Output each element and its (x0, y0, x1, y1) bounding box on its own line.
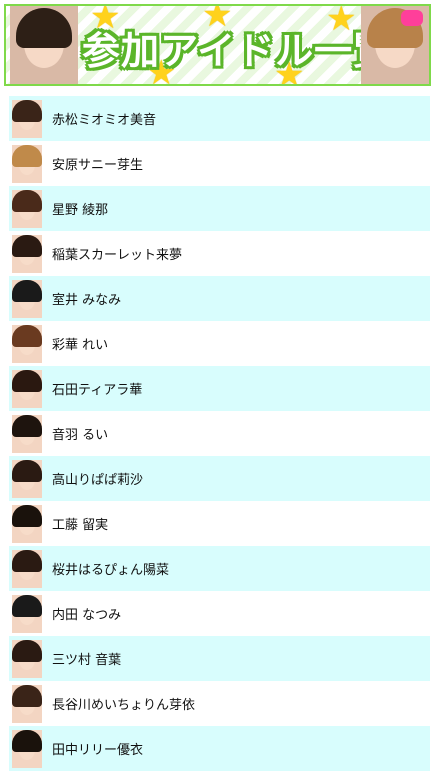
idol-name[interactable]: 音羽 るい (52, 424, 108, 443)
idol-name[interactable]: 高山りぱぱ莉沙 (52, 469, 143, 488)
idol-photo-left (10, 6, 78, 84)
idol-name[interactable]: 赤松ミオミオ美音 (52, 109, 156, 128)
idol-list-item[interactable]: 音羽 るい (9, 411, 430, 456)
idol-list-item[interactable]: 石田ティアラ華 (9, 366, 430, 411)
idol-name[interactable]: 彩華 れい (52, 334, 108, 353)
idol-thumbnail[interactable] (12, 639, 42, 678)
idol-name[interactable]: 田中リリー優衣 (52, 739, 143, 758)
idol-list-item[interactable]: 内田 なつみ (9, 591, 430, 636)
idol-thumbnail[interactable] (12, 504, 42, 543)
idol-name[interactable]: 安原サニー芽生 (52, 154, 143, 173)
idol-name[interactable]: 工藤 留実 (52, 514, 108, 533)
idol-list-item[interactable]: 工藤 留実 (9, 501, 430, 546)
idol-list-item[interactable]: 赤松ミオミオ美音 (9, 96, 430, 141)
idol-name[interactable]: 稲葉スカーレット来夢 (52, 244, 182, 263)
idol-photo-right (361, 6, 429, 84)
idol-name[interactable]: 室井 みなみ (52, 289, 121, 308)
idol-list: 赤松ミオミオ美音 安原サニー芽生 星野 綾那稲葉スカーレット来夢 室井 みなみ 彩華 れ… (9, 96, 430, 771)
idol-list-item[interactable]: 室井 みなみ (9, 276, 430, 321)
idol-list-item[interactable]: 安原サニー芽生 (9, 141, 430, 186)
idol-thumbnail[interactable] (12, 729, 42, 768)
idol-list-item[interactable]: 星野 綾那 (9, 186, 430, 231)
idol-list-item[interactable]: 彩華 れい (9, 321, 430, 366)
idol-list-item[interactable]: 田中リリー優衣 (9, 726, 430, 771)
idol-thumbnail[interactable] (12, 549, 42, 588)
idol-name[interactable]: 三ツ村 音葉 (52, 649, 121, 668)
idol-list-item[interactable]: 桜井はるぴょん陽菜 (9, 546, 430, 591)
idol-thumbnail[interactable] (12, 594, 42, 633)
idol-thumbnail[interactable] (12, 234, 42, 273)
idol-thumbnail[interactable] (12, 369, 42, 408)
idol-list-item[interactable]: 長谷川めいちょりん芽依 (9, 681, 430, 726)
idol-thumbnail[interactable] (12, 99, 42, 138)
idol-thumbnail[interactable] (12, 459, 42, 498)
idol-list-item[interactable]: 三ツ村 音葉 (9, 636, 430, 681)
idol-name[interactable]: 石田ティアラ華 (52, 379, 142, 398)
page-title: 参加アイドル一覧 (82, 29, 393, 73)
idol-thumbnail[interactable] (12, 189, 42, 228)
idol-name[interactable]: 長谷川めいちょりん芽依 (52, 694, 195, 713)
idol-name[interactable]: 内田 なつみ (52, 604, 121, 623)
idol-thumbnail[interactable] (12, 279, 42, 318)
idol-thumbnail[interactable] (12, 414, 42, 453)
idol-thumbnail[interactable] (12, 144, 42, 183)
idol-thumbnail[interactable] (12, 324, 42, 363)
idol-thumbnail[interactable] (12, 684, 42, 723)
idol-name[interactable]: 星野 綾那 (52, 199, 108, 218)
idol-list-item[interactable]: 高山りぱぱ莉沙 (9, 456, 430, 501)
idol-list-item[interactable]: 稲葉スカーレット来夢 (9, 231, 430, 276)
idol-name[interactable]: 桜井はるぴょん陽菜 (52, 559, 169, 578)
header-banner: ★ ★ ★ ★ ★ 参加アイドル一覧 (4, 4, 431, 86)
